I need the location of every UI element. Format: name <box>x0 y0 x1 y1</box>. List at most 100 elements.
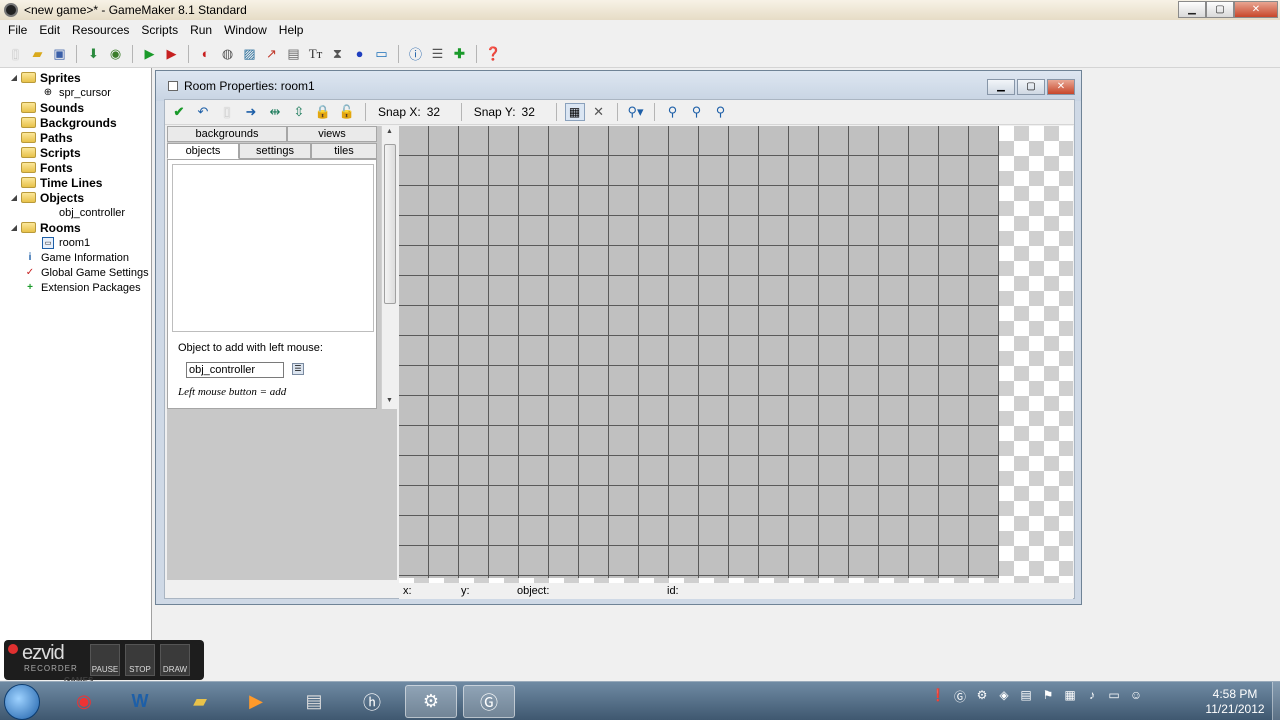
sort-x-icon[interactable]: ⇹ <box>265 102 285 122</box>
tree-fonts[interactable]: Fonts <box>0 160 151 175</box>
scroll-thumb[interactable] <box>384 144 396 304</box>
tab-views[interactable]: views <box>287 126 377 142</box>
help-icon[interactable]: ❓ <box>484 44 503 63</box>
tree-item-game-information[interactable]: i Game Information <box>0 250 151 265</box>
tree-item-obj-controller[interactable]: obj_controller <box>0 205 151 220</box>
new-file-icon[interactable]: ▯ <box>6 44 25 63</box>
tab-objects[interactable]: objects <box>167 143 239 159</box>
zoom-in-icon[interactable]: ⚲ <box>711 102 731 122</box>
tree-sounds[interactable]: Sounds <box>0 100 151 115</box>
game-information-icon[interactable]: ⓘ <box>406 44 425 63</box>
tab-settings[interactable]: settings <box>239 143 311 159</box>
room-minimize-button[interactable]: ▁ <box>987 79 1015 95</box>
close-button[interactable]: ✕ <box>1234 1 1278 18</box>
tree-objects[interactable]: ◢ Objects <box>0 190 151 205</box>
volume-tray-icon[interactable]: ♪ <box>1084 688 1100 705</box>
object-selector-field[interactable]: obj_controller <box>186 362 284 378</box>
explorer-taskbar-icon[interactable]: ▰ <box>174 685 226 718</box>
gamemaker-taskbar-icon[interactable]: Ⓖ <box>463 685 515 718</box>
tree-item-spr-cursor[interactable]: ⊕ spr_cursor <box>0 85 151 100</box>
run-icon[interactable]: ▶ <box>140 44 159 63</box>
object-preview-area[interactable] <box>172 164 374 332</box>
snap-x-input[interactable]: 32 <box>427 105 453 119</box>
wifi-tray-icon[interactable]: ▦ <box>1062 688 1078 705</box>
pause-button[interactable]: PAUSE <box>90 644 120 676</box>
user-tray-icon[interactable]: ☺ <box>1128 688 1144 705</box>
extension-packages-icon[interactable]: ✚ <box>450 44 469 63</box>
tree-item-room1[interactable]: ▭ room1 <box>0 235 151 250</box>
zoom-out-icon[interactable]: ⚲ <box>663 102 683 122</box>
add-background-icon[interactable]: ▨ <box>240 44 259 63</box>
start-button[interactable] <box>4 684 40 720</box>
menu-window[interactable]: Window <box>218 23 273 37</box>
flag-tray-icon[interactable]: ⚑ <box>1040 688 1056 705</box>
sort-y-icon[interactable]: ⇳ <box>289 102 309 122</box>
snap-y-input[interactable]: 32 <box>522 105 548 119</box>
menu-help[interactable]: Help <box>273 23 310 37</box>
object-menu-icon[interactable]: ☰ <box>292 363 304 375</box>
gamemaker-tray-icon[interactable]: Ⓖ <box>952 688 968 705</box>
grid-toggle-icon[interactable]: ▦ <box>564 103 585 121</box>
create-executable-icon[interactable]: ⬇ <box>84 44 103 63</box>
left-panel-scrollbar[interactable]: ▲ ▼ <box>381 126 397 409</box>
undo-icon[interactable]: ↶ <box>193 102 213 122</box>
scroll-down-arrow-icon[interactable]: ▼ <box>386 397 393 404</box>
room-canvas[interactable] <box>399 126 1073 583</box>
draw-button[interactable]: DRAW <box>160 644 190 676</box>
add-script-icon[interactable]: ▤ <box>284 44 303 63</box>
debug-run-icon[interactable]: ▶ <box>162 44 181 63</box>
tab-tiles[interactable]: tiles <box>311 143 377 159</box>
menu-file[interactable]: File <box>2 23 33 37</box>
steam-tray-icon[interactable]: ⚙ <box>974 688 990 705</box>
tree-item-global-game-settings[interactable]: ✓ Global Game Settings <box>0 265 151 280</box>
tab-backgrounds[interactable]: backgrounds <box>167 126 287 142</box>
view-dropdown-icon[interactable]: ⚲▾ <box>626 102 646 122</box>
network-tray-icon[interactable]: ▤ <box>1018 688 1034 705</box>
lock-instances-icon[interactable]: 🔒 <box>313 102 333 122</box>
open-folder-icon[interactable]: ▰ <box>28 44 47 63</box>
tree-time-lines[interactable]: Time Lines <box>0 175 151 190</box>
isometric-grid-icon[interactable]: ✕ <box>589 102 609 122</box>
add-path-icon[interactable]: ↗ <box>262 44 281 63</box>
collapse-arrow-icon[interactable]: ◢ <box>9 223 19 232</box>
shift-instances-icon[interactable]: ➜ <box>241 102 261 122</box>
global-settings-icon[interactable]: ☰ <box>428 44 447 63</box>
app-taskbar-icon[interactable]: ▤ <box>288 685 340 718</box>
add-font-icon[interactable]: Tт <box>306 44 325 63</box>
stop-button[interactable]: STOP <box>125 644 155 676</box>
save-icon[interactable]: ▣ <box>50 44 69 63</box>
chrome-taskbar-icon[interactable]: ◉ <box>58 685 110 718</box>
hp-taskbar-icon[interactable]: ⓗ <box>346 685 398 718</box>
unlock-instances-icon[interactable]: 🔓 <box>337 102 357 122</box>
collapse-arrow-icon[interactable]: ◢ <box>9 73 19 82</box>
tree-sprites[interactable]: ◢ Sprites <box>0 70 151 85</box>
menu-resources[interactable]: Resources <box>66 23 135 37</box>
app-tray-icon[interactable]: ◈ <box>996 688 1012 705</box>
word-taskbar-icon[interactable]: W <box>114 685 166 718</box>
gamemaker-app-icon[interactable] <box>4 3 18 17</box>
collapse-arrow-icon[interactable]: ◢ <box>9 193 19 202</box>
maximize-button[interactable]: ▢ <box>1206 1 1234 18</box>
room-grid[interactable] <box>399 126 999 578</box>
ok-check-icon[interactable]: ✔ <box>169 102 189 122</box>
show-desktop-button[interactable] <box>1272 682 1280 720</box>
clear-room-icon[interactable]: ▯ <box>217 102 237 122</box>
menu-scripts[interactable]: Scripts <box>135 23 184 37</box>
room-maximize-button[interactable]: ▢ <box>1017 79 1045 95</box>
tree-paths[interactable]: Paths <box>0 130 151 145</box>
battery-tray-icon[interactable]: ▭ <box>1106 688 1122 705</box>
menu-run[interactable]: Run <box>184 23 218 37</box>
tree-backgrounds[interactable]: Backgrounds <box>0 115 151 130</box>
tree-rooms[interactable]: ◢ Rooms <box>0 220 151 235</box>
room-close-button[interactable]: ✕ <box>1047 79 1075 95</box>
alert-tray-icon[interactable]: ❗ <box>930 688 946 705</box>
tree-scripts[interactable]: Scripts <box>0 145 151 160</box>
minimize-button[interactable]: ▁ <box>1178 1 1206 18</box>
add-sprite-icon[interactable]: ◐ <box>196 44 215 63</box>
steam-taskbar-icon[interactable]: ⚙ <box>405 685 457 718</box>
menu-edit[interactable]: Edit <box>33 23 66 37</box>
zoom-normal-icon[interactable]: ⚲ <box>687 102 707 122</box>
add-object-icon[interactable]: ● <box>350 44 369 63</box>
add-timeline-icon[interactable]: ⧗ <box>328 44 347 63</box>
media-player-taskbar-icon[interactable]: ▶ <box>230 685 282 718</box>
